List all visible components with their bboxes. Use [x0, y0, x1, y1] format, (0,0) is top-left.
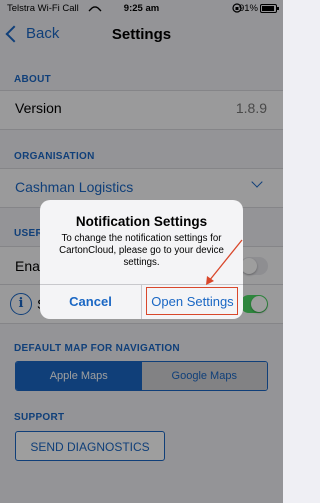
annotation-arrow-icon [206, 239, 243, 285]
